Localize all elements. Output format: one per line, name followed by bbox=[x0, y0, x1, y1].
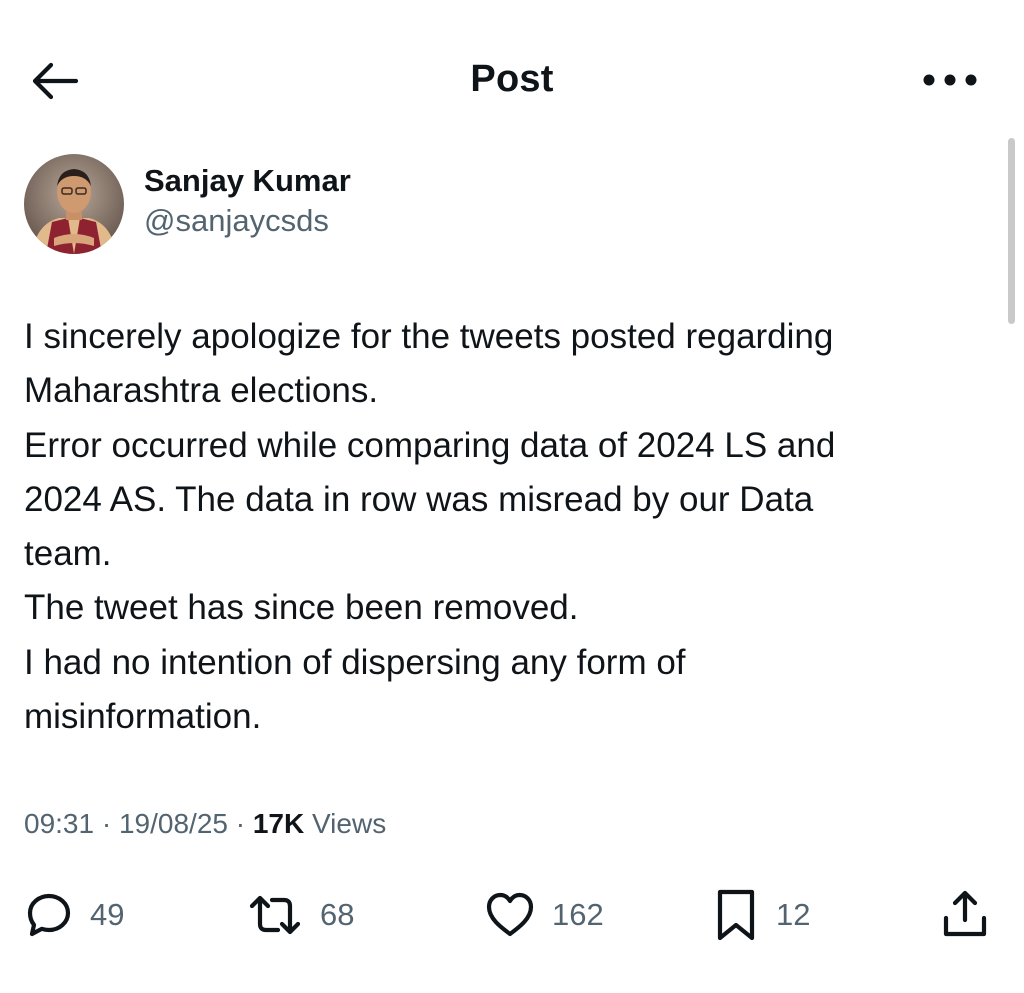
repost-count: 68 bbox=[320, 897, 355, 932]
post-text-line: The tweet has since been removed. bbox=[24, 588, 579, 628]
reply-icon bbox=[27, 893, 71, 937]
top-navigation-bar: Post bbox=[0, 0, 1024, 160]
reply-button[interactable]: 49 bbox=[24, 880, 124, 950]
author-display-name[interactable]: Sanjay Kumar bbox=[144, 161, 351, 201]
like-count: 162 bbox=[552, 897, 604, 932]
avatar[interactable] bbox=[24, 154, 124, 254]
share-icon bbox=[943, 890, 987, 937]
arrow-left-icon bbox=[32, 62, 78, 100]
post-text-line: 2024 AS. The data in row was misread by … bbox=[24, 479, 814, 519]
heart-icon bbox=[486, 892, 534, 937]
repost-icon bbox=[249, 895, 301, 935]
author-header[interactable]: Sanjay Kumar @sanjaycsds bbox=[24, 152, 351, 256]
share-button[interactable] bbox=[938, 880, 992, 950]
post-text-line: Maharashtra elections. bbox=[24, 371, 379, 411]
more-horizontal-icon bbox=[923, 74, 977, 86]
post-text-line: I had no intention of dispersing any for… bbox=[24, 642, 686, 682]
page-title: Post bbox=[470, 58, 554, 100]
bookmark-count: 12 bbox=[776, 897, 811, 932]
post-text-line: misinformation. bbox=[24, 697, 262, 737]
post-date[interactable]: 19/08/25 bbox=[119, 808, 228, 839]
bookmark-button[interactable]: 12 bbox=[712, 880, 810, 950]
author-handle[interactable]: @sanjaycsds bbox=[144, 201, 351, 241]
scrollbar-thumb[interactable] bbox=[1008, 138, 1015, 324]
like-button[interactable]: 162 bbox=[484, 880, 604, 950]
post-text-line: team. bbox=[24, 534, 112, 574]
action-bar: 49 68 162 12 bbox=[0, 880, 1024, 950]
views-label: Views bbox=[312, 808, 387, 839]
post-text-line: Error occurred while comparing data of 2… bbox=[24, 425, 836, 465]
more-options-button[interactable] bbox=[918, 60, 982, 100]
post-text-line: I sincerely apologize for the tweets pos… bbox=[24, 317, 834, 356]
reply-count: 49 bbox=[90, 897, 125, 932]
meta-separator: · bbox=[227, 808, 253, 839]
meta-separator: · bbox=[94, 808, 119, 839]
bookmark-icon bbox=[717, 889, 755, 941]
back-button[interactable] bbox=[26, 55, 82, 107]
views-count: 17K bbox=[252, 808, 305, 839]
post-text: I sincerely apologize for the tweets pos… bbox=[24, 310, 984, 744]
repost-button[interactable]: 68 bbox=[246, 880, 354, 950]
post-metadata: 09:31 · 19/08/25 · 17K Views bbox=[24, 808, 386, 840]
post-time[interactable]: 09:31 bbox=[24, 808, 94, 839]
